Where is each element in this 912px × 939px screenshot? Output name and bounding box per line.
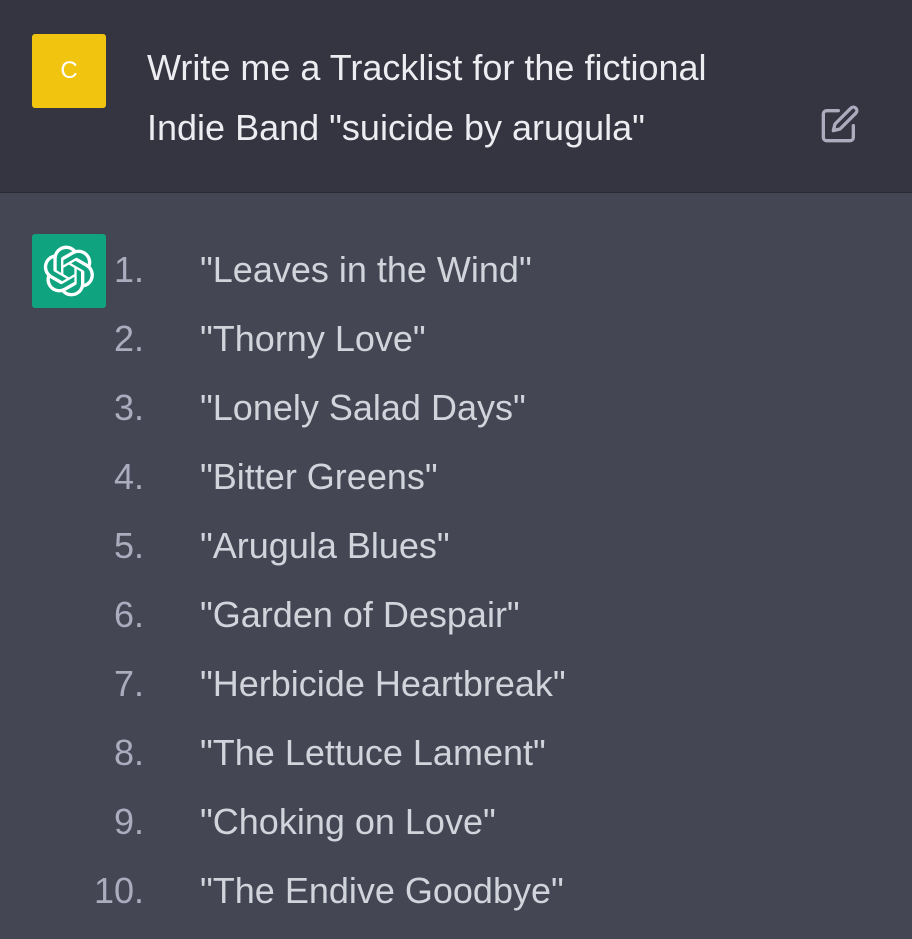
track-number: 9.: [113, 801, 144, 842]
list-item: 7. "Herbicide Heartbreak": [0, 649, 880, 718]
user-message-text: Write me a Tracklist for the fictional I…: [147, 38, 787, 158]
list-item: 1. "Leaves in the Wind": [0, 235, 880, 304]
list-item: 10. "The Endive Goodbye": [0, 856, 880, 925]
user-avatar: C: [32, 34, 106, 108]
track-title: "Lonely Salad Days": [200, 387, 526, 428]
track-title: "Choking on Love": [200, 801, 496, 842]
track-title: "Leaves in the Wind": [200, 249, 532, 290]
track-title: "Herbicide Heartbreak": [200, 663, 566, 704]
list-item: 8. "The Lettuce Lament": [0, 718, 880, 787]
track-title: "Bitter Greens": [200, 456, 438, 497]
track-number: 8.: [113, 732, 144, 773]
track-title: "Thorny Love": [200, 318, 426, 359]
edit-icon[interactable]: [820, 104, 860, 144]
track-number: 3.: [113, 387, 144, 428]
track-number: 10.: [93, 870, 144, 911]
track-number: 6.: [113, 594, 144, 635]
list-item: 6. "Garden of Despair": [0, 580, 880, 649]
track-number: 1.: [113, 249, 144, 290]
track-number: 2.: [113, 318, 144, 359]
track-title: "The Lettuce Lament": [200, 732, 546, 773]
track-number: 4.: [113, 456, 144, 497]
user-avatar-letter: C: [60, 57, 78, 84]
tracklist: 1. "Leaves in the Wind" 2. "Thorny Love"…: [0, 235, 880, 925]
user-message-line: Indie Band "suicide by arugula": [147, 107, 645, 148]
list-item: 4. "Bitter Greens": [0, 442, 880, 511]
track-number: 5.: [113, 525, 144, 566]
list-item: 2. "Thorny Love": [0, 304, 880, 373]
list-item: 9. "Choking on Love": [0, 787, 880, 856]
track-title: "Arugula Blues": [200, 525, 450, 566]
track-title: "Garden of Despair": [200, 594, 520, 635]
assistant-message-block: 1. "Leaves in the Wind" 2. "Thorny Love"…: [0, 193, 912, 939]
user-message-line: Write me a Tracklist for the fictional: [147, 47, 707, 88]
track-title: "The Endive Goodbye": [200, 870, 564, 911]
list-item: 3. "Lonely Salad Days": [0, 373, 880, 442]
track-number: 7.: [113, 663, 144, 704]
list-item: 5. "Arugula Blues": [0, 511, 880, 580]
user-message-block: C Write me a Tracklist for the fictional…: [0, 0, 912, 193]
